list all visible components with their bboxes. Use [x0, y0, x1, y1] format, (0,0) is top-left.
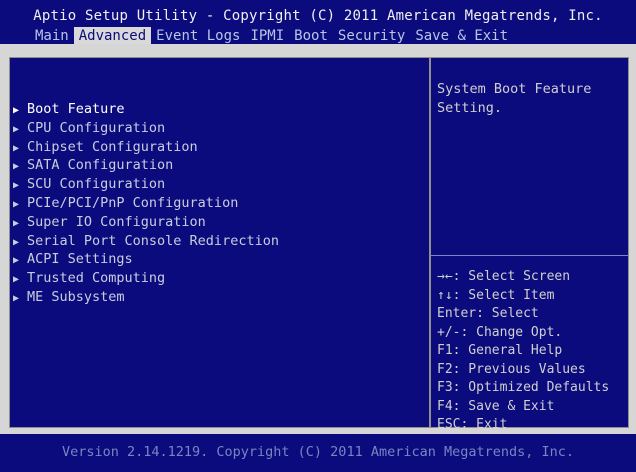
right-triangle-icon: ▶ [13, 105, 20, 116]
help-description: System Boot Feature Setting. [437, 80, 622, 118]
menu-item-pcie-configuration[interactable]: ▶ PCIe/PCI/PnP Configuration [13, 194, 279, 213]
version-text: Version 2.14.1219. Copyright (C) 2011 Am… [61, 444, 575, 460]
key-hint-f2: F2: Previous Values [437, 361, 586, 377]
menu-item-label: Serial Port Console Redirection [27, 232, 279, 249]
menu-item-label: ACPI Settings [27, 251, 133, 268]
key-hint-change-opt: +/-: Change Opt. [437, 324, 563, 340]
menu-item-label: SCU Configuration [27, 176, 166, 193]
tab-security[interactable]: Security [333, 27, 410, 45]
menu-item-super-io-configuration[interactable]: ▶ Super IO Configuration [13, 213, 279, 232]
menu-item-sata-configuration[interactable]: ▶ SATA Configuration [13, 156, 279, 175]
menu-item-acpi-settings[interactable]: ▶ ACPI Settings [13, 250, 279, 269]
key-hint-f3: F3: Optimized Defaults [437, 380, 610, 395]
menu-item-chipset-configuration[interactable]: ▶ Chipset Configuration [13, 138, 279, 157]
menu-item-label: PCIe/PCI/PnP Configuration [27, 194, 239, 211]
menu-item-label: Trusted Computing [27, 270, 166, 287]
menu-item-scu-configuration[interactable]: ▶ SCU Configuration [13, 175, 279, 194]
key-hint-select-screen: →←: Select Screen [437, 269, 571, 284]
key-hint-select-item: ↑↓: Select Item [437, 287, 555, 303]
tab-save-exit[interactable]: Save & Exit [410, 27, 513, 45]
advanced-menu: ▶ Boot Feature ▶ CPU Configuration ▶ Chipse… [13, 100, 279, 307]
menu-item-label: Super IO Configuration [27, 213, 206, 230]
key-hint-enter: Enter: Select [437, 306, 539, 321]
tab-boot[interactable]: Boot [289, 27, 333, 45]
main-frame: ▶ Boot Feature ▶ CPU Configuration ▶ Chipse… [0, 44, 636, 434]
tab-advanced[interactable]: Advanced [73, 27, 152, 45]
key-hint-f1: F1: General Help [437, 343, 563, 358]
key-legend: →←: Select Screen ↑↓: Select Item Enter:… [437, 268, 609, 435]
tab-ipmi[interactable]: IPMI [245, 27, 289, 45]
right-triangle-icon: ▶ [13, 123, 20, 135]
title-bar: Aptio Setup Utility - Copyright (C) 2011… [0, 0, 636, 45]
right-triangle-icon: ▶ [13, 198, 20, 210]
right-triangle-icon: ▶ [13, 217, 20, 229]
menu-pane: ▶ Boot Feature ▶ CPU Configuration ▶ Chipse… [9, 57, 430, 428]
right-triangle-icon: ▶ [13, 292, 20, 304]
key-hint-esc: ESC: Exit [437, 417, 508, 432]
menu-item-boot-feature[interactable]: ▶ Boot Feature [13, 100, 279, 119]
key-hint-f4: F4: Save & Exit [437, 398, 555, 414]
footer-bar: Version 2.14.1219. Copyright (C) 2011 Am… [0, 434, 636, 472]
menu-item-label: Chipset Configuration [27, 138, 198, 155]
menu-item-label: CPU Configuration [27, 119, 166, 136]
help-pane: System Boot Feature Setting. →←: Select … [430, 57, 629, 432]
tab-main[interactable]: Main [30, 27, 74, 45]
menu-item-cpu-configuration[interactable]: ▶ CPU Configuration [13, 119, 279, 138]
tab-event-logs[interactable]: Event Logs [151, 27, 245, 45]
help-description-line: Setting. [437, 100, 503, 116]
menu-item-trusted-computing[interactable]: ▶ Trusted Computing [13, 269, 279, 288]
app-title: Aptio Setup Utility - Copyright (C) 2011… [33, 8, 603, 24]
tab-bar: Main Advanced Event Logs IPMI Boot Secur… [30, 27, 513, 45]
menu-item-serial-port-console-redirection[interactable]: ▶ Serial Port Console Redirection [13, 232, 279, 251]
help-description-line: System Boot Feature [437, 81, 592, 97]
menu-item-label: ME Subsystem [27, 288, 125, 305]
help-divider [431, 255, 628, 256]
menu-item-label: Boot Feature [27, 101, 125, 117]
menu-item-label: SATA Configuration [27, 157, 174, 174]
menu-item-me-subsystem[interactable]: ▶ ME Subsystem [13, 288, 279, 307]
